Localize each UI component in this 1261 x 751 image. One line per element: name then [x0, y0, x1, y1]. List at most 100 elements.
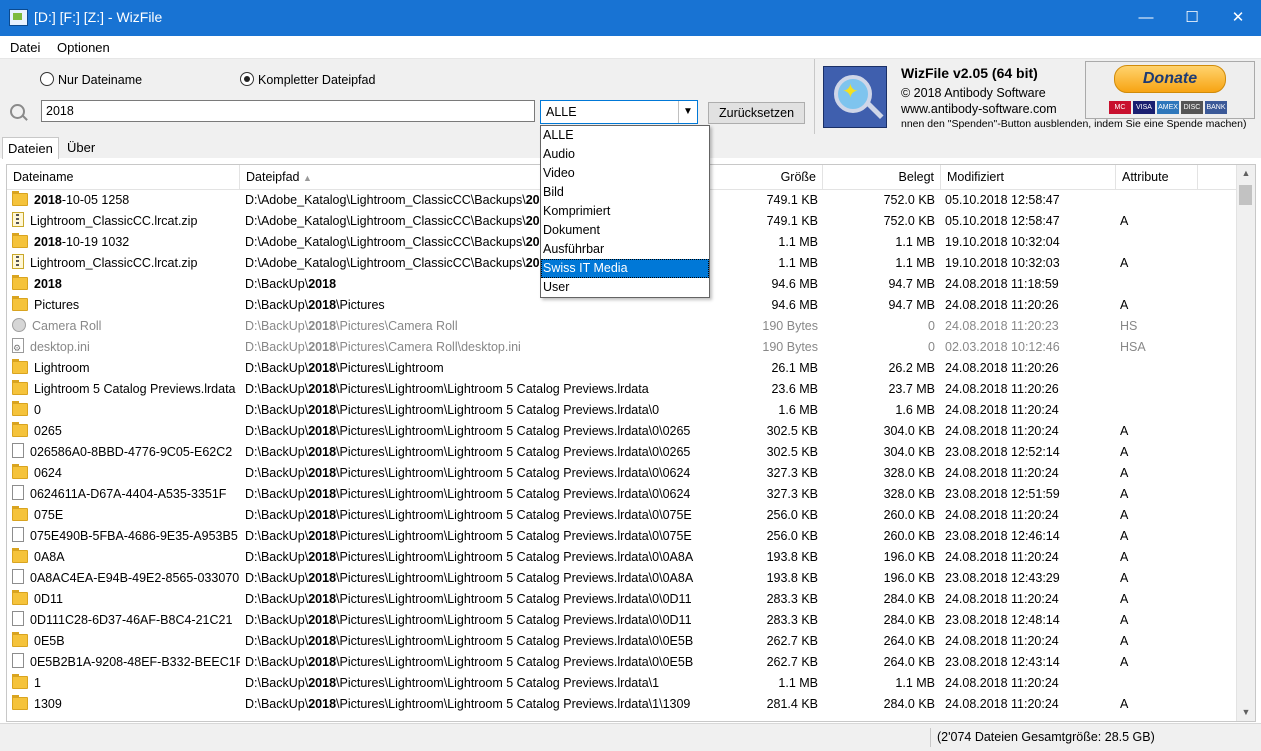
- table-row[interactable]: desktop.ini D:\BackUp\2018\Pictures\Camer…: [7, 337, 1235, 358]
- cell-modified: 23.08.2018 12:48:14: [945, 613, 1060, 627]
- cell-name: 0A8AC4EA-E94B-49E2-8565-033070: [12, 568, 240, 589]
- dropdown-option[interactable]: Bild: [541, 183, 709, 202]
- cell-size: 281.4 KB: [766, 697, 818, 711]
- cell-modified: 24.08.2018 11:20:26: [945, 382, 1059, 396]
- table-row[interactable]: 0D11 D:\BackUp\2018\Pictures\Lightroom\Li…: [7, 589, 1235, 610]
- table-row[interactable]: Lightroom D:\BackUp\2018\Pictures\Lightro…: [7, 358, 1235, 379]
- sort-asc-icon: ▲: [303, 173, 312, 183]
- cell-attributes: HSA: [1120, 340, 1146, 354]
- table-row[interactable]: 0E5B D:\BackUp\2018\Pictures\Lightroom\Li…: [7, 631, 1235, 652]
- radio-filename-only[interactable]: Nur Dateiname: [40, 72, 142, 87]
- reset-button[interactable]: Zurücksetzen: [708, 102, 805, 124]
- cell-attributes: [1120, 274, 1200, 295]
- window-title: [D:] [F:] [Z:] - WizFile: [34, 9, 163, 25]
- cell-attributes: A: [1120, 529, 1129, 543]
- file-icon: [12, 527, 24, 542]
- dropdown-option[interactable]: ALLE: [541, 126, 709, 145]
- folder-icon: [12, 401, 28, 416]
- cell-path: D:\BackUp\2018\Pictures\Camera Roll: [245, 319, 458, 333]
- dropdown-option[interactable]: User: [541, 278, 709, 297]
- cell-name: 0A8A: [12, 547, 240, 568]
- cell-modified: 24.08.2018 11:20:24: [945, 424, 1059, 438]
- table-row[interactable]: 075E490B-5FBA-4686-9E35-A953B5 D:\BackUp\…: [7, 526, 1235, 547]
- dropdown-option[interactable]: Swiss IT Media: [541, 259, 709, 278]
- dropdown-option[interactable]: Audio: [541, 145, 709, 164]
- table-row[interactable]: 026586A0-8BBD-4776-9C05-E62C2 D:\BackUp\2…: [7, 442, 1235, 463]
- donate-note: nnen den "Spenden"-Button ausblenden, in…: [901, 118, 1247, 130]
- folder-icon: [12, 296, 28, 311]
- cell-name: 0624: [12, 463, 240, 484]
- cell-modified: 19.10.2018 10:32:04: [945, 235, 1060, 249]
- search-icon: [10, 104, 25, 119]
- cell-used: 196.0 KB: [883, 571, 935, 585]
- menu-optionen[interactable]: Optionen: [57, 40, 110, 55]
- col-header-size[interactable]: Größe: [705, 165, 823, 189]
- table-row[interactable]: 0E5B2B1A-9208-48EF-B332-BEEC1F D:\BackUp\…: [7, 652, 1235, 673]
- close-button[interactable]: ✕: [1215, 0, 1261, 36]
- cell-size: 262.7 KB: [766, 655, 818, 669]
- cell-attributes: HS: [1120, 319, 1138, 333]
- maximize-button[interactable]: ☐: [1169, 0, 1215, 36]
- dropdown-option[interactable]: Video: [541, 164, 709, 183]
- table-row[interactable]: 0D111C28-6D37-46AF-B8C4-21C21 D:\BackUp\2…: [7, 610, 1235, 631]
- folder-icon: [12, 590, 28, 605]
- cell-used: 264.0 KB: [883, 655, 935, 669]
- radio-full-path[interactable]: Kompletter Dateipfad: [240, 72, 375, 87]
- tab-dateien[interactable]: Dateien: [2, 137, 59, 159]
- cell-used: 94.7 MB: [888, 277, 935, 291]
- table-row[interactable]: Camera Roll D:\BackUp\2018\Pictures\Camer…: [7, 316, 1235, 337]
- file-icon: [12, 653, 24, 668]
- cell-used: 1.1 MB: [895, 235, 935, 249]
- cell-used: 26.2 MB: [888, 361, 935, 375]
- donate-button[interactable]: Donate MC VISA AMEX DISC BANK: [1085, 61, 1255, 119]
- table-row[interactable]: 1309 D:\BackUp\2018\Pictures\Lightroom\Li…: [7, 694, 1235, 715]
- col-header-name[interactable]: Dateiname: [7, 165, 240, 189]
- cell-modified: 24.08.2018 11:20:24: [945, 550, 1059, 564]
- folder-icon: [12, 233, 28, 248]
- col-header-used[interactable]: Belegt: [823, 165, 941, 189]
- cell-path: D:\BackUp\2018\Pictures\Lightroom\Lightr…: [245, 403, 660, 417]
- cell-path: D:\BackUp\2018\Pictures\Lightroom\Lightr…: [245, 571, 694, 585]
- cell-modified: 24.08.2018 11:20:24: [945, 403, 1059, 417]
- cell-size: 1.6 MB: [778, 403, 818, 417]
- tab-ueber[interactable]: Über: [62, 137, 100, 158]
- minimize-button[interactable]: —: [1123, 0, 1169, 36]
- table-row[interactable]: 0265 D:\BackUp\2018\Pictures\Lightroom\Li…: [7, 421, 1235, 442]
- dropdown-option[interactable]: Dokument: [541, 221, 709, 240]
- table-row[interactable]: 0624 D:\BackUp\2018\Pictures\Lightroom\Li…: [7, 463, 1235, 484]
- table-row[interactable]: 0624611A-D67A-4404-A535-3351F D:\BackUp\2…: [7, 484, 1235, 505]
- file-type-select[interactable]: ALLE ▼: [540, 100, 698, 124]
- cell-used: 260.0 KB: [883, 508, 935, 522]
- scroll-down-icon[interactable]: ▼: [1237, 704, 1255, 721]
- cell-name: 026586A0-8BBD-4776-9C05-E62C2: [12, 442, 240, 463]
- vertical-scrollbar[interactable]: ▲ ▼: [1236, 165, 1255, 721]
- col-header-modified[interactable]: Modifiziert: [941, 165, 1116, 189]
- website-link[interactable]: www.antibody-software.com: [901, 102, 1057, 116]
- copyright: © 2018 Antibody Software: [901, 86, 1046, 100]
- cell-used: 23.7 MB: [888, 382, 935, 396]
- cell-path: D:\BackUp\2018\Pictures\Lightroom\Lightr…: [245, 466, 691, 480]
- cell-attributes: A: [1120, 487, 1129, 501]
- dropdown-option[interactable]: Ausführbar: [541, 240, 709, 259]
- table-row[interactable]: Lightroom 5 Catalog Previews.lrdata D:\Ba…: [7, 379, 1235, 400]
- scroll-thumb[interactable]: [1239, 185, 1252, 205]
- cell-used: 752.0 KB: [883, 214, 935, 228]
- cell-modified: 23.08.2018 12:43:14: [945, 655, 1060, 669]
- col-header-attributes[interactable]: Attribute: [1116, 165, 1198, 189]
- table-row[interactable]: 0A8A D:\BackUp\2018\Pictures\Lightroom\Li…: [7, 547, 1235, 568]
- cell-size: 190 Bytes: [762, 319, 818, 333]
- table-row[interactable]: 0 D:\BackUp\2018\Pictures\Lightroom\Light…: [7, 400, 1235, 421]
- chevron-down-icon[interactable]: ▼: [678, 101, 697, 123]
- dropdown-option[interactable]: Komprimiert: [541, 202, 709, 221]
- table-row[interactable]: 0A8AC4EA-E94B-49E2-8565-033070 D:\BackUp\…: [7, 568, 1235, 589]
- menu-datei[interactable]: Datei: [10, 40, 40, 55]
- search-input[interactable]: [41, 100, 535, 122]
- scroll-up-icon[interactable]: ▲: [1237, 165, 1255, 182]
- cell-name: 0624611A-D67A-4404-A535-3351F: [12, 484, 240, 505]
- folder-icon: [12, 674, 28, 689]
- table-row[interactable]: 1 D:\BackUp\2018\Pictures\Lightroom\Light…: [7, 673, 1235, 694]
- table-row[interactable]: 075E D:\BackUp\2018\Pictures\Lightroom\Li…: [7, 505, 1235, 526]
- cell-modified: 24.08.2018 11:20:26: [945, 298, 1059, 312]
- table-row[interactable]: Pictures D:\BackUp\2018\Pictures 94.6 MB 94…: [7, 295, 1235, 316]
- cell-attributes: [1120, 232, 1200, 253]
